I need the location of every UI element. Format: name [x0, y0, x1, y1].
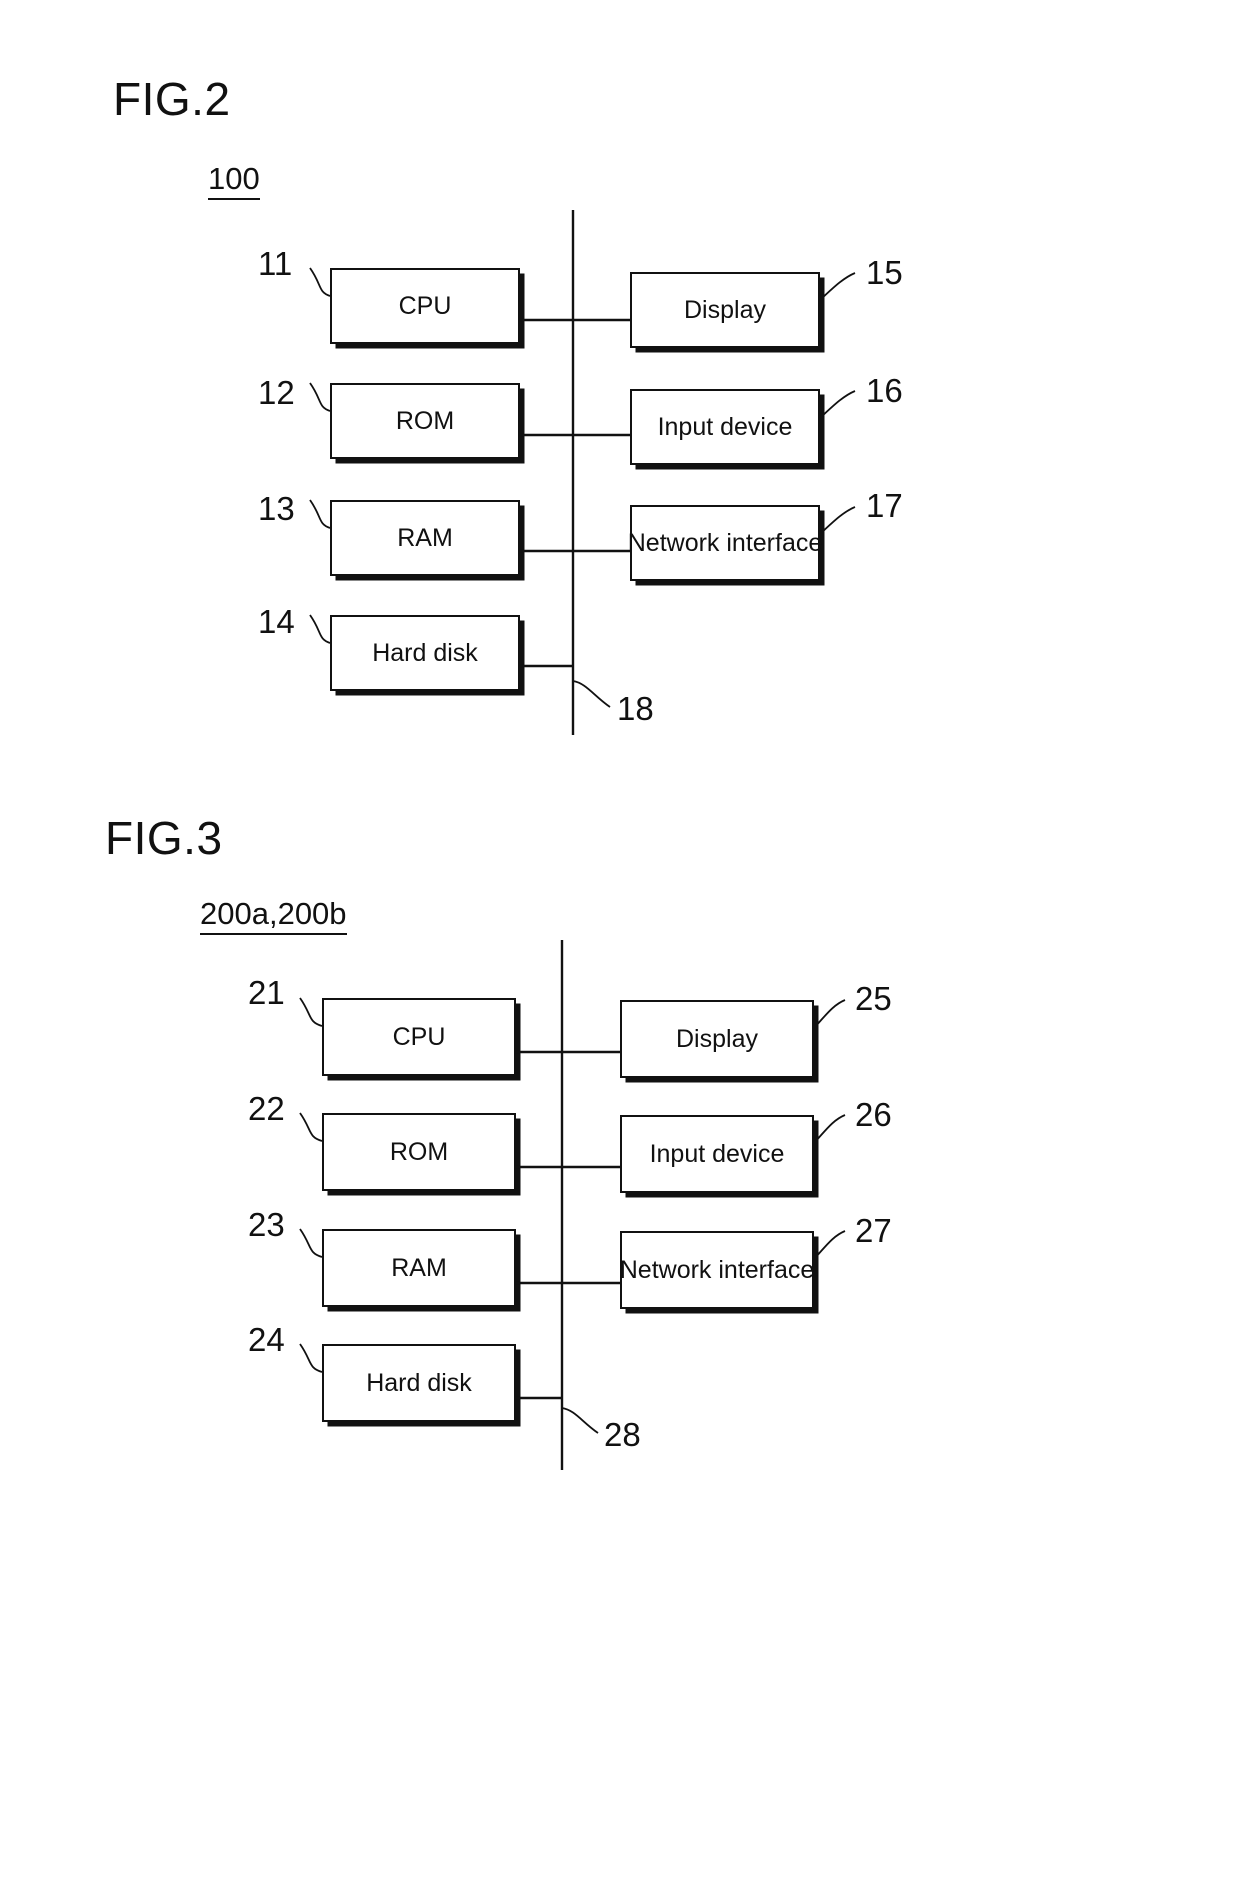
ref-number-21: 21: [248, 974, 285, 1011]
block-ram-fig2: RAM: [330, 500, 520, 576]
block-label: ROM: [389, 1137, 449, 1166]
block-ram-fig3: RAM: [322, 1229, 516, 1307]
ref-number-26: 26: [855, 1096, 892, 1133]
ref-number-22: 22: [248, 1090, 285, 1127]
leader-line-25: [813, 999, 846, 1029]
block-network-interface-fig3: Network interface: [620, 1231, 814, 1309]
block-label: Display: [684, 295, 766, 324]
block-input-device-fig2: Input device: [630, 389, 820, 465]
block-display-fig2: Display: [630, 272, 820, 348]
leader-line-14: [309, 614, 331, 644]
leader-line-27: [813, 1230, 846, 1260]
leader-line-18: [572, 680, 611, 708]
leader-line-17: [819, 506, 856, 535]
ref-number-14: 14: [258, 603, 295, 640]
leader-line-28: [561, 1407, 599, 1434]
block-rom-fig3: ROM: [322, 1113, 516, 1191]
block-label: Network interface: [619, 1255, 815, 1284]
ref-number-25: 25: [855, 980, 892, 1017]
block-label: ROM: [395, 406, 455, 435]
ref-number-27: 27: [855, 1212, 892, 1249]
leader-line-15: [819, 272, 856, 301]
block-label: CPU: [392, 1022, 446, 1051]
ref-number-11: 11: [258, 245, 293, 282]
block-input-device-fig3: Input device: [620, 1115, 814, 1193]
leader-line-21: [299, 997, 323, 1027]
leader-line-16: [819, 390, 856, 419]
ref-number-18-bus: 18: [617, 690, 654, 727]
block-label: Network interface: [627, 528, 823, 557]
ref-number-15: 15: [866, 254, 903, 291]
ref-number-28-bus: 28: [604, 1416, 641, 1453]
block-label: RAM: [397, 523, 453, 552]
block-network-interface-fig2: Network interface: [627, 505, 823, 581]
block-label: RAM: [391, 1253, 447, 1282]
block-label: Input device: [657, 412, 793, 441]
ref-number-16: 16: [866, 372, 903, 409]
block-label: Hard disk: [372, 638, 478, 667]
figure-title-fig3: FIG.3: [105, 812, 223, 864]
block-label: CPU: [398, 291, 452, 320]
block-label: Input device: [649, 1139, 785, 1168]
leader-line-13: [309, 499, 331, 529]
ref-number-17: 17: [866, 487, 903, 524]
leader-line-23: [299, 1228, 323, 1258]
leader-line-12: [309, 382, 331, 412]
leader-line-24: [299, 1343, 323, 1373]
leader-line-22: [299, 1112, 323, 1142]
ref-number-12: 12: [258, 374, 295, 411]
block-cpu-fig2: CPU: [330, 268, 520, 344]
ref-number-23: 23: [248, 1206, 285, 1243]
ref-number-13: 13: [258, 490, 295, 527]
leader-line-26: [813, 1114, 846, 1144]
block-rom-fig2: ROM: [330, 383, 520, 459]
block-label: Hard disk: [366, 1368, 472, 1397]
block-cpu-fig3: CPU: [322, 998, 516, 1076]
block-hard-disk-fig2: Hard disk: [330, 615, 520, 691]
patent-figure-sheet: FIG.2 100 CPU ROM RAM Hard disk Display …: [0, 0, 1240, 1901]
figure-system-ref-fig2: 100: [208, 162, 260, 200]
figure-system-ref-fig3: 200a,200b: [200, 897, 347, 935]
diagram-line-art: [299, 210, 856, 1470]
leader-line-11: [309, 267, 331, 297]
figure-title-fig2: FIG.2: [113, 73, 231, 125]
ref-number-24: 24: [248, 1321, 285, 1358]
block-display-fig3: Display: [620, 1000, 814, 1078]
block-hard-disk-fig3: Hard disk: [322, 1344, 516, 1422]
block-label: Display: [676, 1024, 758, 1053]
